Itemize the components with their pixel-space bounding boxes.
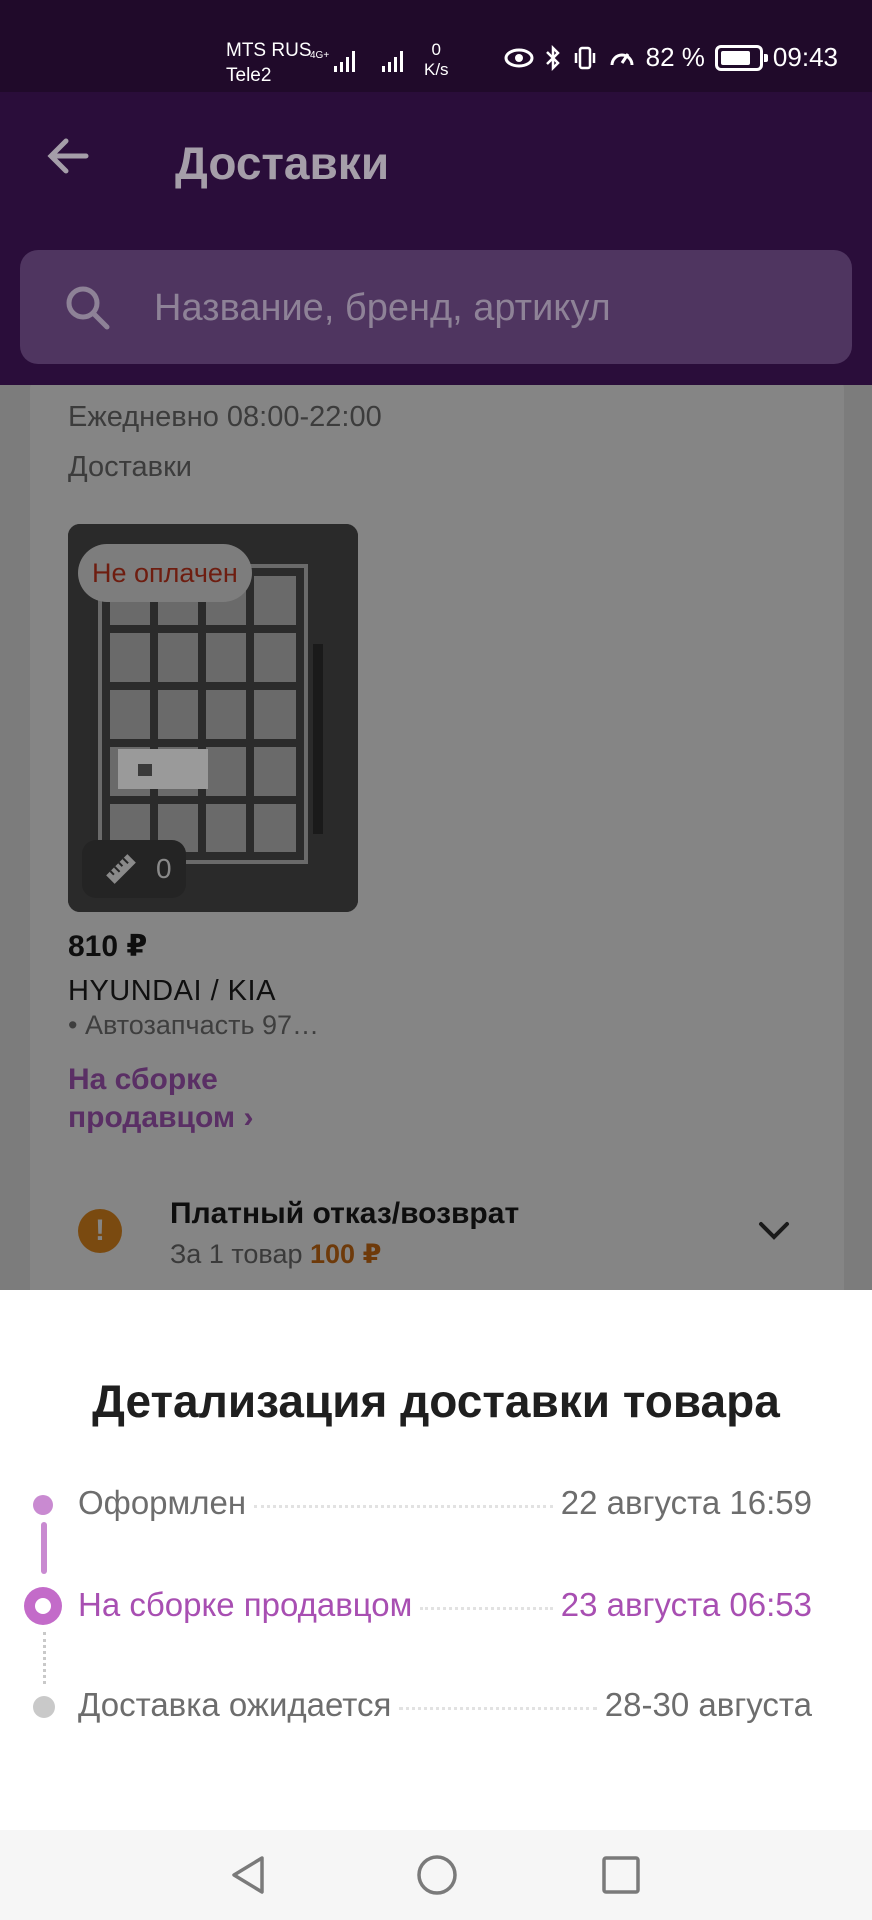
timeline-step-assembling: На сборке продавцом 23 августа 06:53 [78,1586,812,1624]
battery-icon [714,44,768,71]
nav-recent-apps-icon[interactable] [594,1848,648,1902]
signal-strength-icon: 4G+ [310,50,403,72]
delivery-content: Ежедневно 08:00-22:00 Доставки Не оплаче… [0,385,872,1290]
network-speed-value: 0 [431,40,442,59]
chevron-down-icon[interactable] [756,1219,792,1243]
app-bar: Доставки [0,92,872,385]
sheet-title: Детализация доставки товара [92,1375,780,1427]
timeline-dot-pending [33,1696,55,1718]
timeline-step-label: Оформлен [78,1484,247,1521]
network-speed: 0 K/s [424,40,449,80]
product-brand: HYUNDAI / KIA [68,975,276,1007]
timeline-step-date: 28-30 августа [604,1686,812,1723]
product-image[interactable]: Не оплачен 0 [68,524,358,912]
vibrate-icon [574,46,595,69]
timeline-step-date: 23 августа 06:53 [560,1586,812,1623]
size-chart-badge[interactable]: 0 [82,840,186,898]
nav-home-icon[interactable] [410,1848,464,1902]
eye-icon [504,48,534,67]
speedometer-icon [610,52,634,65]
timeline-dot-done [33,1495,53,1515]
battery-fill [720,50,751,65]
back-button[interactable] [38,126,98,186]
carrier-2: Tele2 [226,65,272,86]
carrier-names: MTS RUS Tele2 [226,38,312,88]
timeline-line-done [41,1522,47,1574]
search-input[interactable] [154,280,814,336]
arrow-back-icon [47,138,89,174]
product-price: 810 ₽ [68,930,148,963]
dotted-leader [254,1505,553,1508]
refund-title: Платный отказ/возврат [170,1197,520,1230]
clock: 09:43 [772,42,838,72]
nav-back-icon[interactable] [222,1848,276,1902]
timeline-step-date: 22 августа 16:59 [560,1484,812,1521]
dotted-leader [420,1607,553,1610]
network-speed-unit: K/s [424,60,449,79]
refund-subtitle: За 1 товар 100 ₽ [170,1239,381,1270]
carrier-1: MTS RUS [226,40,312,61]
pickup-hours: Ежедневно 08:00-22:00 [68,401,382,433]
search-bar[interactable] [20,250,852,364]
network-type-label: 4G+ [310,50,329,61]
search-icon [66,286,110,330]
order-status-link[interactable]: На сборке продавцом › [68,1061,328,1137]
section-label: Доставки [68,451,192,483]
status-bar: MTS RUS Tele2 4G+ 0 K/s 82 % 09:43 [0,0,872,92]
unpaid-badge: Не оплачен [78,544,252,602]
status-right: 82 % 09:43 [504,42,838,73]
size-chart-count: 0 [156,853,172,884]
ruler-icon [106,854,136,884]
delivery-details-sheet: Детализация доставки товара Оформлен 22 … [0,1290,872,1830]
timeline-line-pending [43,1632,46,1684]
warning-icon: ! [78,1209,122,1253]
refund-subtitle-prefix: За 1 товар [170,1239,303,1269]
paid-refund-row[interactable]: ! Платный отказ/возврат За 1 товар 100 ₽ [0,1185,872,1290]
timeline-step-label: Доставка ожидается [78,1686,392,1723]
timeline-dot-current [24,1587,62,1625]
refund-amount: 100 ₽ [310,1239,382,1269]
battery-percent: 82 % [645,42,705,72]
product-name: • Автозапчасть 97… [68,1010,320,1040]
system-nav-bar [0,1830,872,1920]
dotted-leader [399,1707,597,1710]
page-title: Доставки [175,137,390,189]
signal-icons: 4G+ [310,46,410,76]
bluetooth-icon [545,44,560,71]
timeline-step-delivery: Доставка ожидается 28-30 августа [78,1686,812,1724]
timeline-step-ordered: Оформлен 22 августа 16:59 [78,1484,812,1522]
timeline-step-label: На сборке продавцом [78,1586,413,1623]
